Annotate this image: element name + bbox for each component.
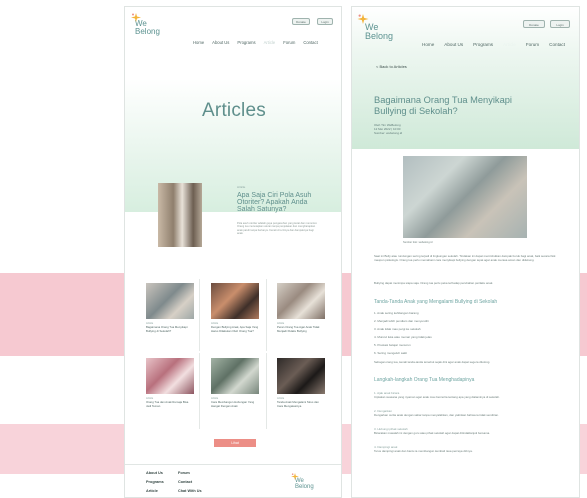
more-articles-button[interactable]: Lihat [214,439,256,447]
featured-article-title[interactable]: Apa Saja Ciri Pola Asuh Otoriter? Apakah… [237,192,317,214]
article-card[interactable]: Article Peran Orang Tua Agar Anak Tidak … [277,283,325,333]
list-item: 6. Sering mengeluh sakit [374,351,408,355]
brand-line2: Belong [365,31,394,41]
divider [266,353,267,429]
step-text: Dengarkan cerita anak dengan sabar tanpa… [374,413,499,417]
nav-home[interactable]: Home [422,42,434,47]
brand-logo[interactable]: We Belong [131,13,160,36]
brand-line2: Belong [295,484,314,490]
article-card[interactable]: Article Tanda Anak Mengalami Stres dan C… [277,358,325,408]
nav-about[interactable]: About Us [212,40,229,45]
back-link[interactable]: < Back to Articles [376,64,407,69]
article-card[interactable]: Article Orang Tua dan Anak Remaja Bisa J… [146,358,194,408]
list-item: 4. Muncul luka atau memar yang tidak jel… [374,335,432,339]
footer: About Us Programs Article Forum Contact … [125,464,341,497]
nav-forum[interactable]: Forum [283,40,295,45]
divider [266,279,267,351]
list-item: 1. Anak sering kehilangan barang [374,311,419,315]
article-card-title: Cara Membangun Hubungan Yang Hangat Deng… [211,400,255,408]
nav-contact[interactable]: Contact [549,42,565,47]
article-subheading: Langkah-langkah Orang Tua Menghadapinya [374,377,475,383]
step-text: Terus dampingi anak dan bantu ia membang… [374,449,473,453]
article-paragraph: Saat ini Bully atau rundungan sering ter… [374,254,556,262]
brand-logo[interactable]: We Belong [357,14,393,41]
divider [199,279,200,351]
featured-article-image[interactable] [158,183,202,247]
article-card[interactable]: Article Cara Membangun Hubungan Yang Han… [211,358,259,408]
article-card-title: Peran Orang Tua Agar Anak Tidak Menjadi … [277,325,320,333]
nav-article[interactable]: Article [264,40,276,45]
article-detail-page: We Belong Donate Login Home About Us Pro… [351,6,580,498]
list-item: 3. Anak tidak mau pergi ke sekolah [374,327,421,331]
articles-page: We Belong Donate Login Home About Us Pro… [124,6,342,498]
list-item: 2. Menjadi lebih pendiam dan menyendiri [374,319,429,323]
step-text: Ciptakan suasana yang nyaman agar anak m… [374,395,500,399]
footer-link-contact[interactable]: Contact [178,480,192,484]
article-card-image [277,358,325,394]
logo-sparkle-icon [291,473,299,480]
article-title: Bagaimana Orang Tua Menyikapi Bullying d… [374,95,512,116]
donate-button[interactable]: Donate [523,20,545,28]
article-paragraph: Bullying dapat menimpa siapa saja. Orang… [374,281,494,285]
divider [199,353,200,429]
footer-link-article[interactable]: Article [146,489,158,493]
footer-logo[interactable]: We Belong [291,473,314,490]
footer-link-programs[interactable]: Programs [146,480,164,484]
article-photo [403,156,527,238]
logo-sparkle-icon [131,13,141,22]
article-card-image [211,283,259,319]
footer-link-about[interactable]: About Us [146,471,163,475]
nav-forum[interactable]: Forum [526,42,539,47]
main-nav: Home About Us Programs Article Forum Con… [422,42,565,47]
nav-contact[interactable]: Contact [303,40,317,45]
list-item: 5. Prestasi belajar menurun [374,343,411,347]
nav-programs[interactable]: Programs [473,42,493,47]
footer-link-chat[interactable]: Chat With Us [178,489,202,493]
featured-article-desc: Pola asuh otoriter adalah gaya pengasuha… [237,222,318,236]
article-source: Sumber: webelong.id [374,131,403,135]
nav-about[interactable]: About Us [444,42,463,47]
article-card-image [146,358,194,394]
login-button[interactable]: Login [550,20,570,28]
nav-article[interactable]: Article [503,42,516,47]
article-card-image [146,283,194,319]
login-button[interactable]: Login [317,18,333,25]
article-card[interactable]: Article Dengan Bullying Anak, Apa Saja Y… [211,283,259,333]
article-card-image [211,358,259,394]
page-title: Articles [202,100,266,121]
logo-sparkle-icon [357,14,369,24]
article-card-title: Bagaimana Orang Tua Menyikapi Bullying d… [146,325,188,333]
footer-link-forum[interactable]: Forum [178,471,190,475]
main-nav: Home About Us Programs Article Forum Con… [193,40,318,45]
nav-home[interactable]: Home [193,40,204,45]
featured-article-category: Article [237,185,246,189]
article-card-title: Dengan Bullying Anak, Apa Saja Yang Haru… [211,325,259,333]
article-card[interactable]: Article Bagaimana Orang Tua Menyikapi Bu… [146,283,194,333]
article-subheading: Tanda-Tanda Anak yang Mengalami Bullying… [374,299,498,305]
donate-button[interactable]: Donate [292,18,310,25]
brand-line2: Belong [135,27,160,36]
article-paragraph: Sebagai orang tua, kenali tanda-tanda te… [374,360,491,364]
nav-programs[interactable]: Programs [237,40,255,45]
article-card-image [277,283,325,319]
photo-caption: Sumber foto: webelong.id [403,241,433,244]
article-card-title: Orang Tua dan Anak Remaja Bisa Jadi Tema… [146,400,189,408]
article-card-title: Tanda Anak Mengalami Stres dan Cara Meng… [277,400,319,408]
step-text: Bicarakan masalah ini dengan guru atau p… [374,431,491,435]
